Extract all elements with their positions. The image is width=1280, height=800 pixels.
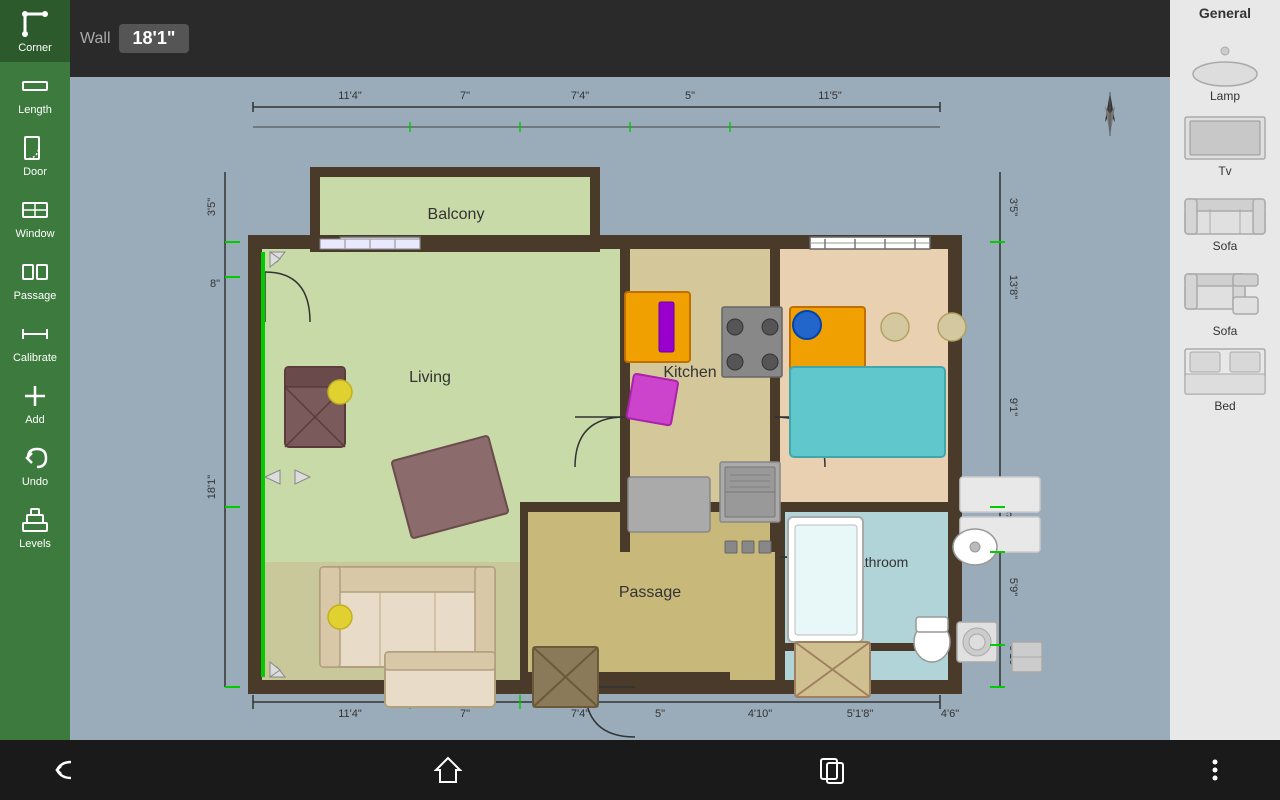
lamp-label: Lamp bbox=[1210, 89, 1240, 103]
home-button[interactable] bbox=[423, 745, 473, 795]
back-button[interactable] bbox=[40, 745, 90, 795]
floorplan: 11'4" 7" 7'4" 5" 11'5" 11'4" 7" 7'4" 5" … bbox=[70, 77, 1170, 740]
svg-text:Balcony: Balcony bbox=[428, 206, 485, 223]
svg-text:11'4": 11'4" bbox=[338, 708, 362, 720]
corner-label: Corner bbox=[18, 42, 52, 54]
sofa1-preview bbox=[1180, 184, 1270, 239]
top-bar: Wall 18'1" bbox=[70, 0, 1230, 77]
svg-text:Living: Living bbox=[409, 369, 451, 386]
window-label: Window bbox=[15, 228, 54, 240]
tool-window[interactable]: Window bbox=[0, 186, 70, 248]
general-label: General bbox=[1199, 5, 1251, 21]
door-icon bbox=[19, 132, 51, 164]
svg-text:Passage: Passage bbox=[619, 584, 681, 601]
tool-calibrate[interactable]: Calibrate bbox=[0, 310, 70, 372]
sofa2-preview bbox=[1180, 259, 1270, 324]
svg-text:5": 5" bbox=[685, 90, 695, 102]
svg-text:5": 5" bbox=[655, 708, 665, 720]
svg-text:7'4": 7'4" bbox=[571, 90, 589, 102]
passage-icon bbox=[19, 256, 51, 288]
length-label: Length bbox=[18, 104, 52, 116]
corner-icon bbox=[19, 8, 51, 40]
furniture-sofa2[interactable]: Sofa bbox=[1175, 259, 1275, 340]
add-label: Add bbox=[25, 414, 45, 426]
wall-label: Wall bbox=[80, 30, 111, 48]
svg-text:11'4": 11'4" bbox=[338, 90, 362, 102]
svg-text:8": 8" bbox=[210, 278, 220, 290]
length-icon bbox=[19, 70, 51, 102]
tool-length[interactable]: Length bbox=[0, 62, 70, 124]
furniture-bed[interactable]: Bed bbox=[1175, 344, 1275, 415]
svg-text:13'8": 13'8" bbox=[1007, 275, 1019, 299]
lamp-preview bbox=[1180, 29, 1270, 89]
tool-corner[interactable]: Corner bbox=[0, 0, 70, 62]
svg-text:18'1": 18'1" bbox=[206, 475, 218, 499]
svg-text:5'1'8": 5'1'8" bbox=[847, 708, 874, 720]
passage-label: Passage bbox=[14, 290, 57, 302]
door-label: Door bbox=[23, 166, 47, 178]
right-panel: General Lamp Tv bbox=[1170, 0, 1280, 740]
svg-text:Kitchen: Kitchen bbox=[663, 364, 716, 381]
svg-text:11'5": 11'5" bbox=[818, 90, 842, 102]
more-button[interactable] bbox=[1190, 745, 1240, 795]
sofa2-label: Sofa bbox=[1213, 324, 1238, 338]
tv-label: Tv bbox=[1218, 164, 1231, 178]
svg-text:3'5": 3'5" bbox=[1007, 198, 1019, 216]
panel-title: General bbox=[1175, 5, 1275, 25]
window-icon bbox=[19, 194, 51, 226]
svg-text:5'9": 5'9" bbox=[1007, 578, 1019, 596]
levels-label: Levels bbox=[19, 538, 51, 550]
svg-text:4'6": 4'6" bbox=[941, 708, 959, 720]
wall-value: 18'1" bbox=[119, 24, 190, 53]
svg-text:7": 7" bbox=[460, 708, 470, 720]
calibrate-icon bbox=[19, 318, 51, 350]
furniture-sofa1[interactable]: Sofa bbox=[1175, 184, 1275, 255]
calibrate-label: Calibrate bbox=[13, 352, 57, 364]
levels-icon bbox=[19, 504, 51, 536]
sofa1-label: Sofa bbox=[1213, 239, 1238, 253]
tool-undo[interactable]: Undo bbox=[0, 434, 70, 496]
tool-add[interactable]: Add bbox=[0, 372, 70, 434]
svg-text:7'4": 7'4" bbox=[571, 708, 589, 720]
svg-text:7": 7" bbox=[460, 90, 470, 102]
furniture-lamp[interactable]: Lamp bbox=[1175, 29, 1275, 105]
recent-button[interactable] bbox=[807, 745, 857, 795]
undo-label: Undo bbox=[22, 476, 48, 488]
undo-icon bbox=[19, 442, 51, 474]
add-icon bbox=[19, 380, 51, 412]
bed-preview bbox=[1180, 344, 1270, 399]
svg-text:3'5": 3'5" bbox=[206, 198, 218, 216]
bottom-bar bbox=[0, 740, 1280, 800]
bed-label: Bed bbox=[1214, 399, 1235, 413]
svg-text:9'1": 9'1" bbox=[1007, 398, 1019, 416]
furniture-tv[interactable]: Tv bbox=[1175, 109, 1275, 180]
tool-door[interactable]: Door bbox=[0, 124, 70, 186]
svg-text:4'10": 4'10" bbox=[748, 708, 772, 720]
tool-passage[interactable]: Passage bbox=[0, 248, 70, 310]
canvas-area[interactable]: 11'4" 7" 7'4" 5" 11'5" 11'4" 7" 7'4" 5" … bbox=[70, 77, 1170, 740]
tool-levels[interactable]: Levels bbox=[0, 496, 70, 558]
tv-preview bbox=[1180, 109, 1270, 164]
left-toolbar: Corner Length Door Window bbox=[0, 0, 70, 740]
